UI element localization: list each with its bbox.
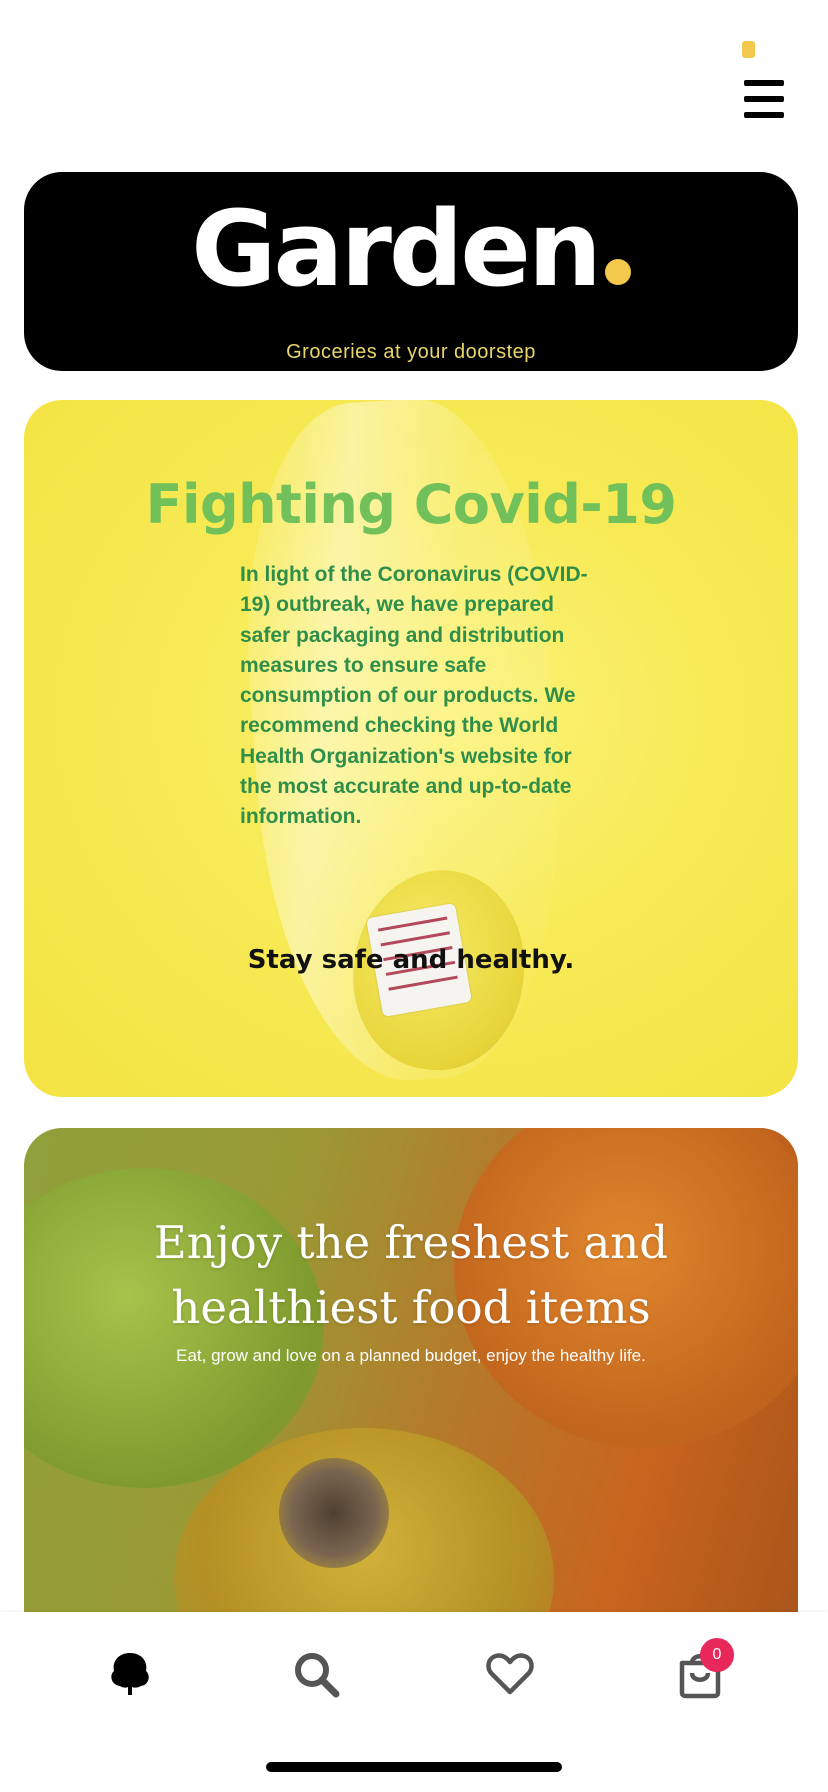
fresh-food-card[interactable]: Enjoy the freshest and healthiest food i… <box>24 1128 798 1648</box>
search-icon <box>295 1653 340 1698</box>
nav-home[interactable] <box>100 1644 160 1704</box>
status-indicator <box>742 41 755 58</box>
tree-icon <box>111 1653 149 1695</box>
bottom-navigation: 0 <box>0 1612 828 1792</box>
covid-title: Fighting Covid-19 <box>145 473 677 536</box>
covid-info-card[interactable]: Fighting Covid-19 In light of the Corona… <box>24 400 798 1097</box>
logo-dot <box>604 259 631 285</box>
brand-banner: Garden Groceries at your doorstep <box>24 172 798 371</box>
hamburger-menu-icon <box>744 80 784 86</box>
heart-icon <box>486 1653 534 1695</box>
menu-button[interactable] <box>744 80 784 118</box>
covid-body-text: In light of the Coronavirus (COVID-19) o… <box>240 563 588 829</box>
lemon-stem-image <box>279 1458 389 1568</box>
nav-favorites[interactable] <box>480 1644 540 1704</box>
brand-tagline: Groceries at your doorstep <box>286 341 536 363</box>
fresh-subtitle: Eat, grow and love on a planned budget, … <box>176 1346 646 1365</box>
home-indicator <box>266 1762 562 1772</box>
nav-search[interactable] <box>286 1644 346 1704</box>
cart-count-badge: 0 <box>700 1638 734 1672</box>
brand-logo: Garden <box>24 192 798 306</box>
covid-closing-text: Stay safe and healthy. <box>247 945 575 975</box>
fresh-title: Enjoy the freshest and healthiest food i… <box>153 1216 669 1334</box>
